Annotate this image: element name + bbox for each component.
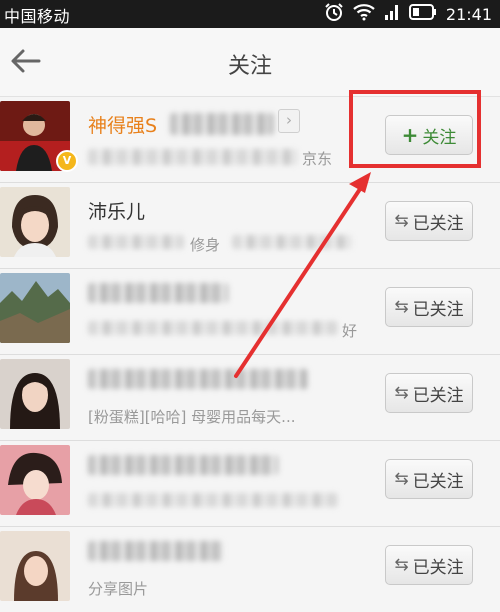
following-button-label: 已关注 bbox=[412, 557, 464, 578]
swap-arrows-icon: ⇆ bbox=[394, 297, 409, 317]
following-button-label: 已关注 bbox=[412, 471, 464, 492]
list-item[interactable]: [粉蛋糕][哈哈] 母婴用品每天... ⇆ 已关注 bbox=[0, 355, 500, 441]
following-button[interactable]: ⇆ 已关注 bbox=[385, 287, 473, 327]
list-item[interactable]: 好 ⇆ 已关注 bbox=[0, 269, 500, 355]
following-button[interactable]: ⇆ 已关注 bbox=[385, 373, 473, 413]
battery-icon bbox=[408, 4, 437, 24]
list-item[interactable]: 分享图片 ⇆ 已关注 bbox=[0, 527, 500, 612]
redacted-subtitle bbox=[88, 149, 298, 165]
redacted-name bbox=[88, 369, 308, 389]
swap-arrows-icon: ⇆ bbox=[394, 469, 409, 489]
user-name[interactable]: 神得强S bbox=[88, 111, 157, 138]
user-subtitle: 修身 bbox=[190, 236, 221, 254]
redacted-name bbox=[88, 455, 278, 475]
list-item[interactable]: ⇆ 已关注 bbox=[0, 441, 500, 527]
swap-arrows-icon: ⇆ bbox=[394, 383, 409, 403]
signal-icon bbox=[384, 3, 400, 25]
alarm-clock-icon bbox=[324, 2, 344, 26]
status-icons: 21:41 bbox=[324, 2, 492, 26]
following-button-label: 已关注 bbox=[412, 299, 464, 320]
clock-time: 21:41 bbox=[445, 4, 492, 24]
avatar[interactable] bbox=[0, 445, 70, 515]
swap-arrows-icon: ⇆ bbox=[394, 211, 409, 231]
list-item[interactable]: 沛乐儿 修身 ⇆ 已关注 bbox=[0, 183, 500, 269]
user-subtitle: 好 bbox=[342, 322, 358, 340]
redacted-subtitle bbox=[88, 493, 338, 507]
redacted-subtitle bbox=[88, 235, 184, 249]
wifi-icon bbox=[353, 3, 375, 25]
page-title: 关注 bbox=[227, 54, 272, 79]
avatar[interactable] bbox=[0, 359, 70, 429]
redacted-subtitle bbox=[88, 321, 338, 335]
highlight-box bbox=[349, 90, 481, 168]
following-button[interactable]: ⇆ 已关注 bbox=[385, 459, 473, 499]
following-button[interactable]: ⇆ 已关注 bbox=[385, 201, 473, 241]
user-subtitle: 分享图片 bbox=[88, 580, 149, 598]
following-button-label: 已关注 bbox=[412, 213, 464, 234]
redacted-name bbox=[170, 113, 274, 135]
redacted-name bbox=[88, 283, 228, 303]
user-subtitle: [粉蛋糕][哈哈] 母婴用品每天... bbox=[88, 408, 296, 426]
verified-badge: V bbox=[56, 150, 78, 172]
redacted-subtitle bbox=[232, 235, 352, 249]
user-name[interactable]: 沛乐儿 bbox=[88, 197, 145, 224]
carrier-label: 中国移动 bbox=[4, 7, 71, 26]
redacted-name bbox=[88, 541, 223, 561]
swap-arrows-icon: ⇆ bbox=[394, 555, 409, 575]
chevron-right-icon[interactable]: › bbox=[278, 109, 300, 133]
following-button[interactable]: ⇆ 已关注 bbox=[385, 545, 473, 585]
top-nav-bar: 关注 bbox=[0, 28, 500, 97]
status-bar: 中国移动 21:41 bbox=[0, 0, 500, 28]
following-button-label: 已关注 bbox=[412, 385, 464, 406]
avatar[interactable] bbox=[0, 273, 70, 343]
avatar[interactable] bbox=[0, 187, 70, 257]
user-subtitle: 京东 bbox=[302, 150, 333, 168]
